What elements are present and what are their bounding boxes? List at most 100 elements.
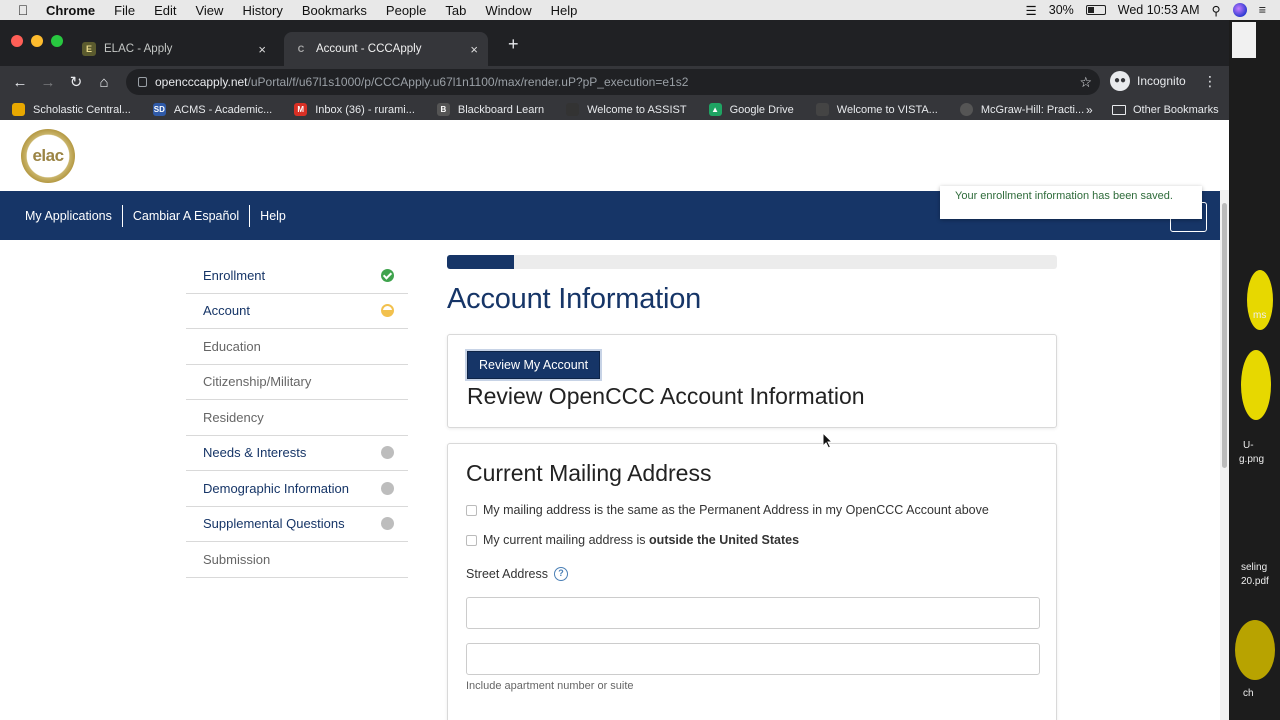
battery-icon[interactable] xyxy=(1085,5,1106,15)
checkbox-label-bold: outside the United States xyxy=(649,533,800,547)
menu-file[interactable]: File xyxy=(114,3,135,18)
menu-tab[interactable]: Tab xyxy=(445,3,466,18)
desktop-file-label[interactable]: seling xyxy=(1241,562,1267,573)
incognito-profile[interactable]: ●● Incognito xyxy=(1110,71,1186,91)
browser-toolbar: ← → ↻ ⌂ opencccapply.net /uPortal/f/u67l… xyxy=(0,66,1229,98)
home-icon[interactable]: ⌂ xyxy=(90,74,118,91)
lock-icon[interactable] xyxy=(138,77,147,87)
desktop-file-label[interactable]: U- xyxy=(1243,440,1254,451)
site-header: elac xyxy=(0,120,1229,191)
step-demographic-information[interactable]: Demographic Information xyxy=(186,471,408,507)
bookmark-item[interactable]: Welcome to ASSIST xyxy=(566,103,687,116)
nav-cambiar-espanol[interactable]: Cambiar A Español xyxy=(133,204,251,227)
bookmark-item[interactable]: M Inbox (36) - rurami... xyxy=(294,103,415,116)
nav-help[interactable]: Help xyxy=(260,205,296,227)
desktop-file-label[interactable]: 20.pdf xyxy=(1241,576,1269,587)
menu-people[interactable]: People xyxy=(386,3,426,18)
more-bookmarks-icon[interactable]: » xyxy=(1086,103,1093,117)
folder-icon xyxy=(1112,104,1126,115)
back-icon[interactable]: ← xyxy=(6,74,34,91)
bookmark-item[interactable]: Welcome to VISTA... xyxy=(815,103,938,116)
more-options-icon[interactable]: ⋮ xyxy=(1203,73,1217,90)
step-label: Supplemental Questions xyxy=(203,516,345,532)
menu-bookmarks[interactable]: Bookmarks xyxy=(302,3,367,18)
checkbox-label: My mailing address is the same as the Pe… xyxy=(483,503,989,517)
menu-help[interactable]: Help xyxy=(551,3,578,18)
nav-my-applications[interactable]: My Applications xyxy=(25,204,123,227)
other-bookmarks-label: Other Bookmarks xyxy=(1133,103,1219,116)
incognito-icon: ●● xyxy=(1110,71,1130,91)
close-tab-icon[interactable]: × xyxy=(470,42,478,57)
street-address-hint: Include apartment number or suite xyxy=(466,680,634,692)
bookmark-item[interactable]: ▲ Google Drive xyxy=(708,103,794,116)
desktop-wallpaper-shape xyxy=(1235,620,1275,680)
bookmark-label: Google Drive xyxy=(729,103,794,116)
clock[interactable]: Wed 10:53 AM xyxy=(1118,3,1200,17)
bookmark-item[interactable]: B Blackboard Learn xyxy=(436,103,544,116)
bookmark-item[interactable]: Scholastic Central... xyxy=(12,103,131,116)
new-tab-icon[interactable]: + xyxy=(508,34,519,55)
street-address-line2-input[interactable] xyxy=(466,643,1040,675)
bookmark-label: Welcome to ASSIST xyxy=(587,103,687,116)
outside-us-checkbox[interactable]: My current mailing address is outside th… xyxy=(466,533,1038,547)
globe-icon xyxy=(959,103,973,116)
desktop-file-label[interactable]: g.png xyxy=(1239,454,1264,465)
cccapply-favicon-icon: C xyxy=(297,44,305,54)
bookmark-item[interactable]: McGraw-Hill: Practi... xyxy=(959,103,1084,116)
checkbox-label-prefix: My current mailing address is xyxy=(483,533,646,547)
bookmark-item[interactable]: SD ACMS - Academic... xyxy=(152,103,272,116)
step-label: Submission xyxy=(203,551,271,567)
review-account-panel: Review My Account Review OpenCCC Account… xyxy=(447,334,1057,428)
other-bookmarks[interactable]: Other Bookmarks xyxy=(1112,104,1219,116)
menu-edit[interactable]: Edit xyxy=(154,3,176,18)
search-icon[interactable]: ⚲ xyxy=(1212,3,1221,18)
desktop-file-label[interactable]: ch xyxy=(1243,688,1254,699)
macos-menu-bar:  Chrome File Edit View History Bookmark… xyxy=(0,0,1280,20)
step-label: Education xyxy=(203,338,261,354)
maximize-window-button[interactable] xyxy=(51,35,63,47)
page-scrollbar[interactable] xyxy=(1220,190,1229,720)
bookmark-star-icon[interactable]: ☆ xyxy=(1079,74,1092,91)
mailing-heading: Current Mailing Address xyxy=(466,460,712,486)
wifi-icon[interactable]: ☰ xyxy=(1026,3,1037,18)
tab-elac-apply[interactable]: E ELAC - Apply × xyxy=(72,32,276,66)
close-window-button[interactable] xyxy=(11,35,23,47)
desktop-file-label[interactable]: ms xyxy=(1253,310,1266,321)
control-center-icon[interactable]: ≡ xyxy=(1259,3,1266,17)
step-submission: Submission xyxy=(186,542,408,578)
scrollbar-thumb[interactable] xyxy=(1222,203,1227,468)
window-controls xyxy=(11,35,63,47)
help-icon[interactable]: ? xyxy=(554,567,568,581)
step-enrollment[interactable]: Enrollment xyxy=(186,258,408,294)
gmail-icon: M xyxy=(294,103,308,116)
close-tab-icon[interactable]: × xyxy=(258,42,266,57)
apple-menu-icon[interactable]:  xyxy=(0,2,46,18)
siri-icon[interactable] xyxy=(1232,3,1247,17)
step-account[interactable]: Account xyxy=(186,294,408,329)
address-bar[interactable]: opencccapply.net /uPortal/f/u67l1s1000/p… xyxy=(126,69,1100,95)
same-address-checkbox[interactable]: My mailing address is the same as the Pe… xyxy=(466,503,1038,517)
checkbox-box[interactable] xyxy=(466,534,477,546)
minimize-window-button[interactable] xyxy=(31,35,43,47)
step-needs-interests[interactable]: Needs & Interests xyxy=(186,436,408,471)
tab-strip: E ELAC - Apply × C Account - CCCApply × … xyxy=(0,20,1229,66)
elac-logo[interactable]: elac xyxy=(21,129,75,183)
bookmark-label: Scholastic Central... xyxy=(33,103,131,116)
menu-history[interactable]: History xyxy=(242,3,282,18)
elac-favicon-icon: E xyxy=(82,42,96,56)
step-supplemental-questions[interactable]: Supplemental Questions xyxy=(186,507,408,542)
tab-account-cccapply[interactable]: C Account - CCCApply × xyxy=(284,32,488,66)
menu-window[interactable]: Window xyxy=(485,3,531,18)
step-label: Needs & Interests xyxy=(203,445,307,461)
step-label: Citizenship/Military xyxy=(203,374,312,390)
menu-app-name[interactable]: Chrome xyxy=(46,3,95,18)
battery-percent: 30% xyxy=(1048,3,1074,17)
forward-icon[interactable]: → xyxy=(34,74,62,91)
review-my-account-button[interactable]: Review My Account xyxy=(467,351,601,379)
desktop-wallpaper-shape xyxy=(1241,350,1271,420)
half-circle-icon xyxy=(381,304,394,318)
street-address-line1-input[interactable] xyxy=(466,597,1040,629)
reload-icon[interactable]: ↻ xyxy=(62,73,90,91)
menu-view[interactable]: View xyxy=(195,3,223,18)
checkbox-box[interactable] xyxy=(466,504,477,516)
